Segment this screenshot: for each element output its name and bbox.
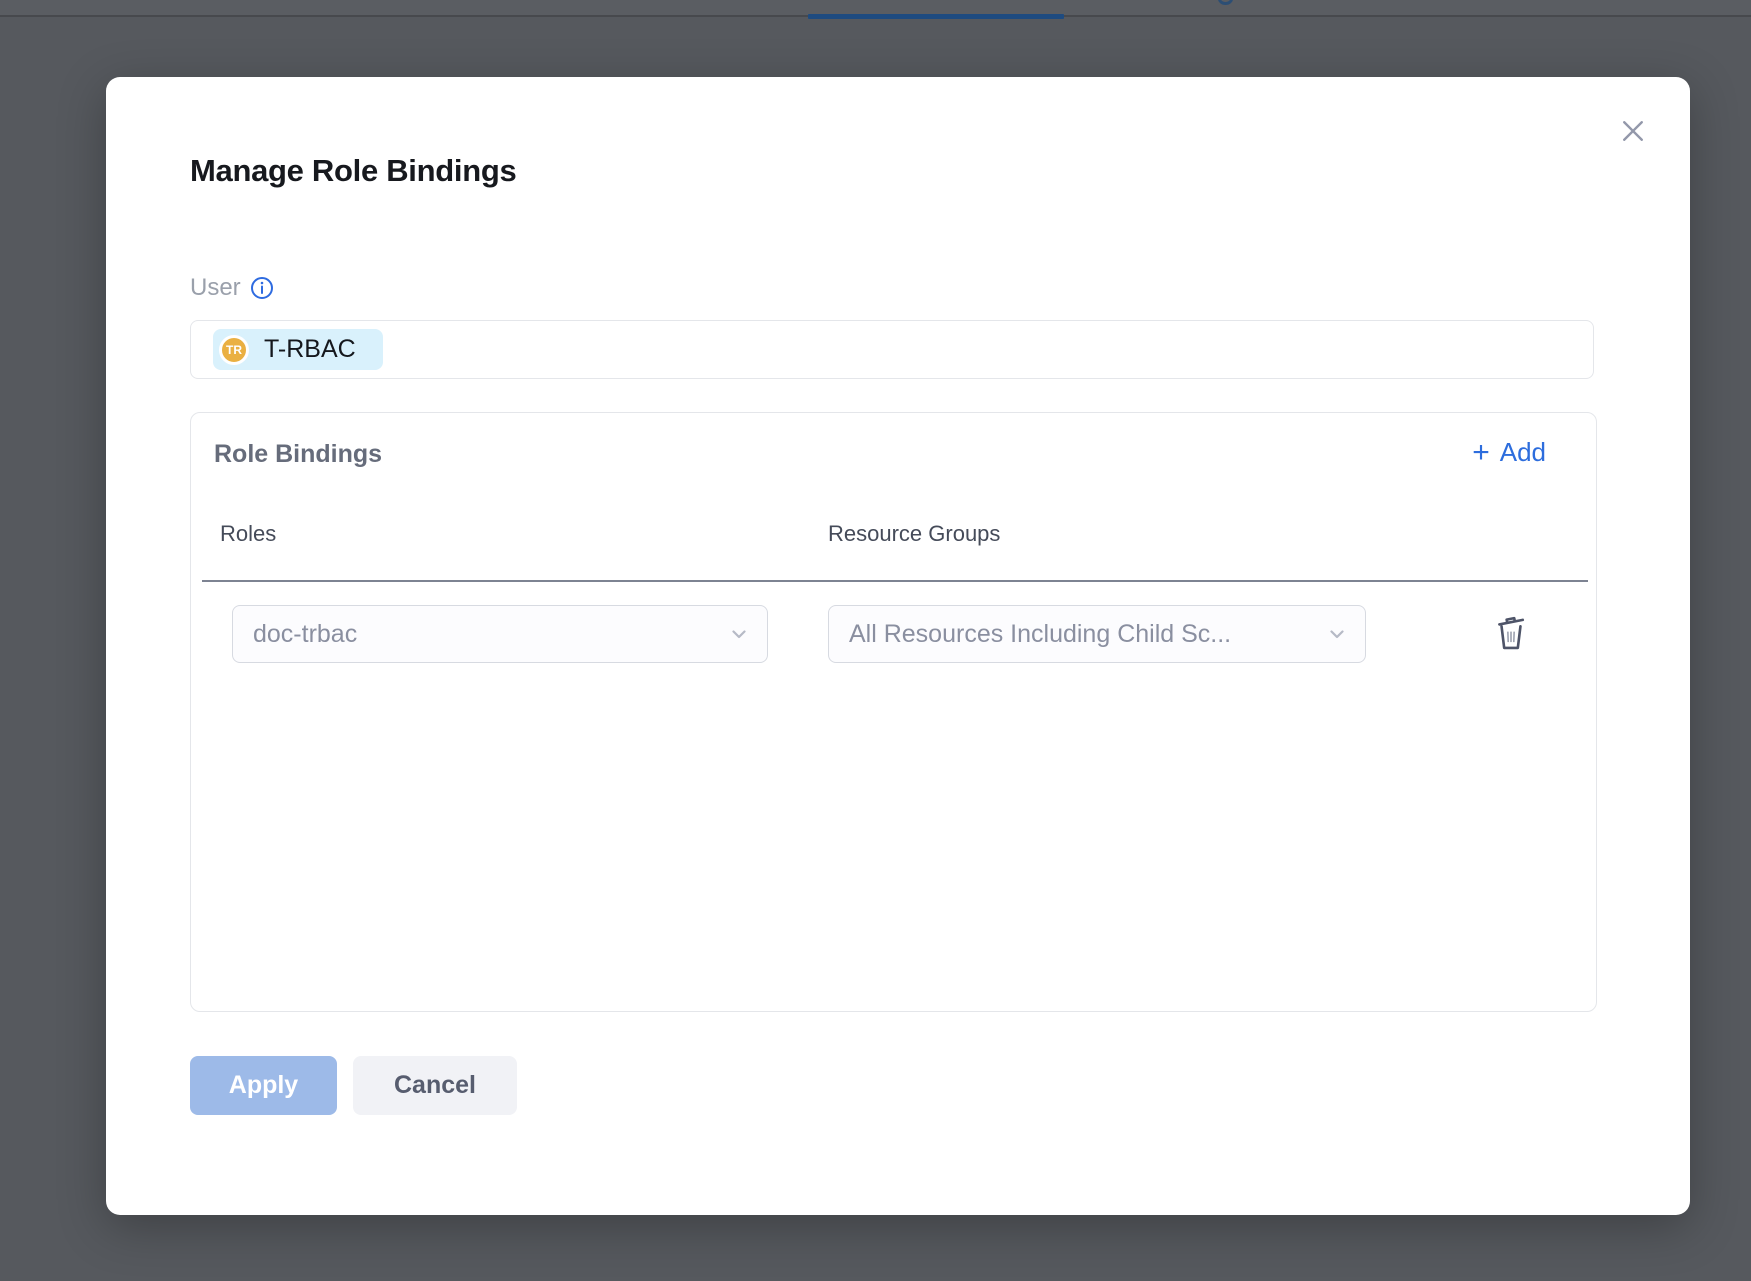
role-bindings-panel: Role Bindings + Add Roles Resource Group… xyxy=(190,412,1597,1012)
role-select[interactable]: doc-trbac xyxy=(232,605,768,663)
table-header-divider xyxy=(202,580,1588,582)
add-button-label: Add xyxy=(1500,437,1546,468)
manage-role-bindings-dialog: Manage Role Bindings User TR T-RBAC Role… xyxy=(106,77,1690,1215)
user-chip-label: T-RBAC xyxy=(264,335,356,364)
column-header-resource-groups: Resource Groups xyxy=(828,521,1000,547)
page-title: Manage Role Bindings xyxy=(190,153,516,189)
apply-button[interactable]: Apply xyxy=(190,1056,337,1115)
trash-icon xyxy=(1490,610,1532,659)
add-binding-button[interactable]: + Add xyxy=(1472,437,1546,468)
user-label-row: User xyxy=(190,274,274,302)
user-chip: TR T-RBAC xyxy=(213,329,383,370)
column-header-roles: Roles xyxy=(220,521,276,547)
resource-group-select-value: All Resources Including Child Sc... xyxy=(849,620,1231,649)
user-label: User xyxy=(190,274,241,302)
cancel-button[interactable]: Cancel xyxy=(353,1056,517,1115)
chevron-down-icon xyxy=(1325,622,1349,646)
resource-group-select[interactable]: All Resources Including Child Sc... xyxy=(828,605,1366,663)
chevron-down-icon xyxy=(727,622,751,646)
dimmed-page-header xyxy=(0,0,1751,15)
plus-icon: + xyxy=(1472,438,1490,468)
active-tab-underline xyxy=(808,14,1064,19)
delete-binding-button[interactable] xyxy=(1487,609,1535,659)
close-icon xyxy=(1618,116,1648,149)
info-icon[interactable] xyxy=(250,276,274,300)
user-avatar: TR xyxy=(219,335,249,365)
close-button[interactable] xyxy=(1616,115,1650,149)
user-field[interactable]: TR T-RBAC xyxy=(190,320,1594,379)
role-bindings-heading: Role Bindings xyxy=(214,440,382,469)
role-select-value: doc-trbac xyxy=(253,620,357,649)
